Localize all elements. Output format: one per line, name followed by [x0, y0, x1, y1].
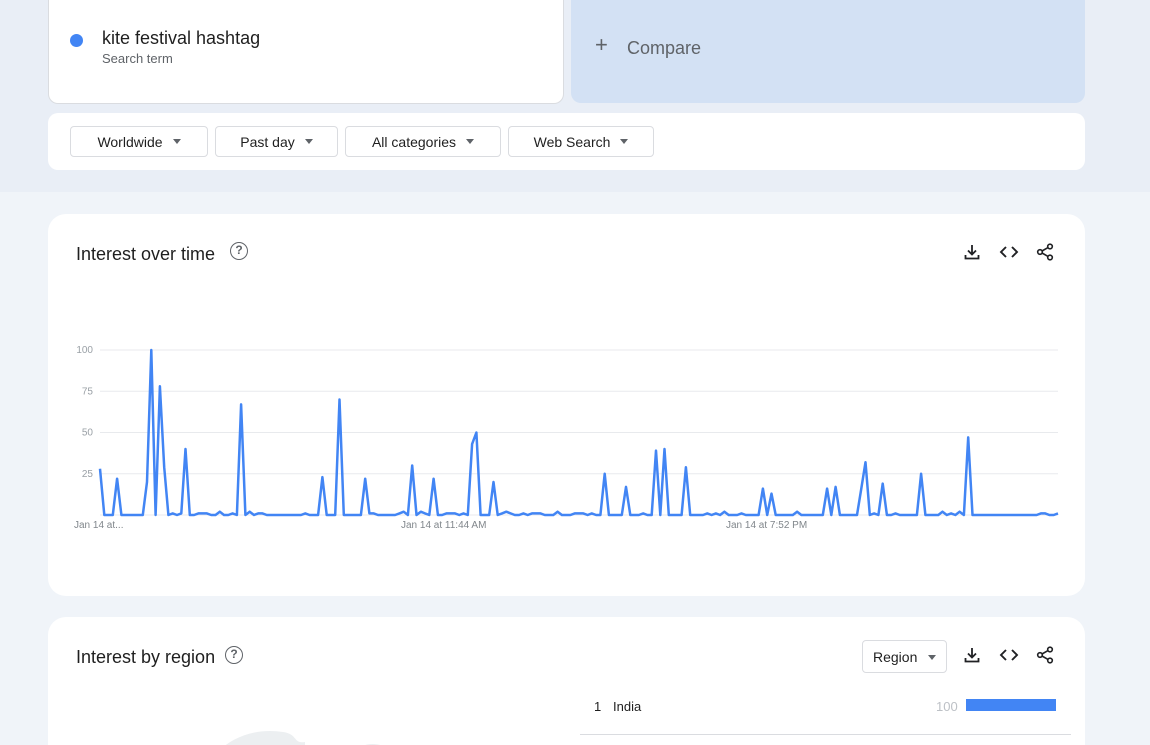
plus-icon: +	[595, 32, 608, 57]
caret-down-icon	[466, 139, 475, 144]
y-tick-label: 25	[82, 469, 94, 480]
filter-time-label: Past day	[240, 133, 295, 150]
y-tick-label: 50	[82, 428, 94, 439]
world-map	[226, 731, 380, 745]
interest-by-region-title: Interest by region	[76, 647, 216, 667]
filter-location[interactable]: Worldwide	[70, 126, 208, 157]
region-value: 100	[936, 699, 958, 714]
x-tick-label: Jan 14 at 7:52 PM	[726, 520, 807, 531]
caret-down-icon	[620, 139, 629, 144]
caret-down-icon	[172, 139, 181, 144]
y-tick-label: 100	[76, 345, 93, 356]
region-dropdown-label: Region	[873, 648, 918, 665]
y-tick-label: 75	[82, 386, 94, 397]
series-color-dot	[70, 34, 83, 47]
region-row[interactable]: 1 India 100	[580, 687, 1071, 735]
interest-by-region-card: Interest by region ? Region 1 India 100	[48, 617, 1085, 745]
filter-category-label: All categories	[371, 133, 457, 150]
embed-icon[interactable]	[997, 643, 1021, 667]
filter-location-label: Worldwide	[97, 133, 163, 150]
region-bar	[966, 699, 1056, 711]
caret-down-icon	[928, 655, 936, 660]
compare-label: Compare	[627, 38, 702, 58]
search-term-card[interactable]: kite festival hashtag Search term	[48, 0, 564, 104]
x-tick-label: Jan 14 at...	[74, 520, 123, 531]
region-resolution-dropdown[interactable]: Region	[862, 640, 947, 673]
filter-time-range[interactable]: Past day	[215, 126, 338, 157]
filter-category[interactable]: All categories	[345, 126, 501, 157]
interest-over-time-chart: 100 75 50 25 Jan 14 at... Jan 14 at 11:44 AM J…	[74, 345, 1059, 531]
filter-search-type[interactable]: Web Search	[508, 126, 654, 157]
region-name: India	[613, 699, 642, 714]
interest-over-time-card: Interest over time ? 100 75 50 25 Jan 14 at.…	[48, 214, 1085, 596]
caret-down-icon	[304, 139, 313, 144]
download-icon[interactable]	[960, 643, 984, 667]
share-icon[interactable]	[1033, 643, 1057, 667]
filters-bar: Worldwide Past day All categories Web Se…	[48, 113, 1085, 170]
x-tick-label: Jan 14 at 11:44 AM	[401, 520, 486, 531]
compare-button[interactable]: + Compare	[571, 0, 1085, 103]
filter-search-type-label: Web Search	[533, 133, 611, 150]
help-icon[interactable]: ?	[225, 646, 243, 664]
region-bar-track	[966, 699, 1056, 711]
search-term-sublabel: Search term	[102, 51, 173, 66]
search-term-name[interactable]: kite festival hashtag	[102, 28, 260, 49]
region-rank: 1	[594, 699, 602, 714]
